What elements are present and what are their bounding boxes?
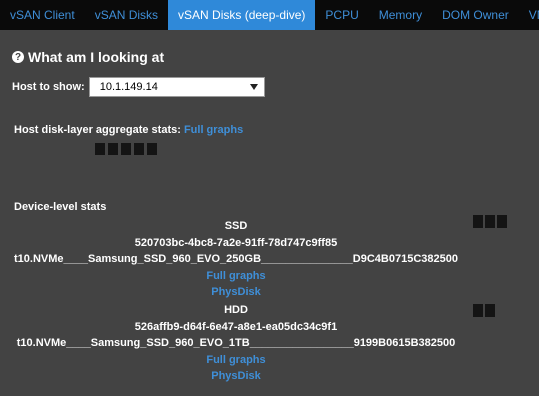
device-block-hdd: HDD 526affb9-d64f-6e47-a8e1-ea05dc34c9f1…	[0, 302, 472, 385]
tab-dom-owner[interactable]: DOM Owner	[432, 0, 519, 30]
device-name: t10.NVMe____Samsung_SSD_960_EVO_1TB_____…	[16, 337, 456, 349]
device-full-graphs-link[interactable]: Full graphs	[206, 270, 265, 282]
device-uuid: 520703bc-4bc8-7a2e-91ff-78d747c9ff85	[134, 236, 338, 249]
graph-thumbnail[interactable]	[147, 143, 157, 155]
top-navbar: vSAN Client vSAN Disks vSAN Disks (deep-…	[0, 0, 539, 30]
host-select[interactable]: 10.1.149.14	[88, 77, 265, 97]
device-level-stats-heading: Device-level stats	[14, 201, 107, 213]
graph-thumbnail[interactable]	[485, 215, 495, 228]
what-am-i-looking-at-heading[interactable]: ? What am I looking at	[12, 49, 164, 65]
graph-thumbnail[interactable]	[134, 143, 144, 155]
graph-thumbnail[interactable]	[485, 304, 495, 317]
host-label: Host to show:	[12, 81, 85, 93]
tab-vsan-client[interactable]: vSAN Client	[0, 0, 85, 30]
tab-vsan-disks[interactable]: vSAN Disks	[85, 0, 168, 30]
device-block-ssd: SSD 520703bc-4bc8-7a2e-91ff-78d747c9ff85…	[0, 218, 472, 301]
section-title: What am I looking at	[28, 49, 165, 65]
tab-memory[interactable]: Memory	[369, 0, 432, 30]
hdd-graph-thumbnails	[473, 304, 497, 317]
device-physdisk-link[interactable]: PhysDisk	[211, 286, 261, 298]
chevron-down-icon	[249, 84, 258, 90]
question-circle-icon: ?	[12, 51, 24, 63]
host-selector-row: Host to show: 10.1.149.14	[12, 77, 265, 97]
device-full-graphs-link[interactable]: Full graphs	[206, 354, 265, 366]
ssd-graph-thumbnails	[473, 215, 509, 228]
aggregate-stats-heading: Host disk-layer aggregate stats: Full gr…	[14, 124, 243, 136]
graph-thumbnail[interactable]	[473, 215, 483, 228]
device-name: t10.NVMe____Samsung_SSD_960_EVO_250GB___…	[14, 253, 458, 265]
graph-thumbnail[interactable]	[121, 143, 131, 155]
device-type: HDD	[224, 304, 248, 316]
aggregate-graph-thumbnails	[95, 143, 160, 155]
aggregate-stats-label: Host disk-layer aggregate stats:	[14, 124, 181, 136]
graph-thumbnail[interactable]	[497, 215, 507, 228]
aggregate-full-graphs-link[interactable]: Full graphs	[184, 124, 243, 136]
graph-thumbnail[interactable]	[108, 143, 118, 155]
device-uuid: 526affb9-d64f-6e47-a8e1-ea05dc34c9f1	[134, 320, 338, 333]
device-physdisk-link[interactable]: PhysDisk	[211, 370, 261, 382]
graph-thumbnail[interactable]	[473, 304, 483, 317]
device-type: SSD	[224, 220, 248, 232]
tab-pcpu[interactable]: PCPU	[315, 0, 368, 30]
tab-vms[interactable]: VMs	[519, 0, 539, 30]
tab-vsan-disks-deep-dive[interactable]: vSAN Disks (deep-dive)	[168, 0, 316, 30]
host-select-value: 10.1.149.14	[99, 81, 158, 93]
graph-thumbnail[interactable]	[95, 143, 105, 155]
